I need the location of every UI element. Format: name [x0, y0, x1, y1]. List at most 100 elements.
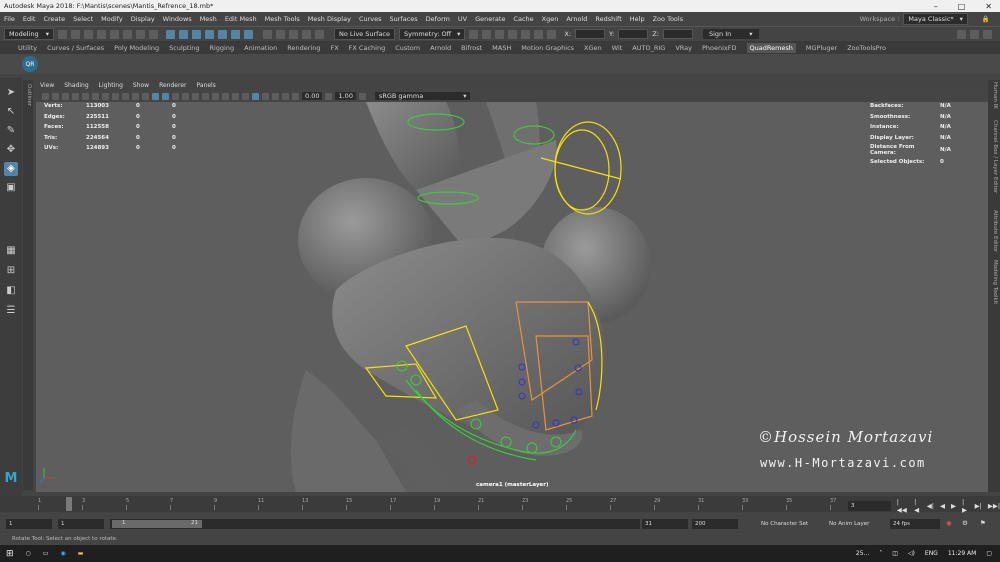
maximize-icon[interactable]: □ — [958, 2, 966, 11]
panel-menu-lighting[interactable]: Lighting — [99, 82, 123, 89]
play-backward-icon[interactable]: ◀ — [940, 502, 945, 510]
anim-prefs-icon[interactable]: ⚙ — [962, 519, 968, 527]
panel-menu-renderer[interactable]: Renderer — [159, 82, 186, 89]
menu-edit-mesh[interactable]: Edit Mesh — [225, 15, 257, 23]
anti-aliasing-icon[interactable] — [232, 92, 239, 100]
animation-end-field[interactable]: 200 — [692, 519, 738, 529]
select-object-icon[interactable] — [136, 29, 145, 39]
character-set-dropdown[interactable]: No Character Set — [758, 519, 818, 529]
lock-icon[interactable]: 🔒 — [982, 15, 990, 23]
shelf-tab-sculpting[interactable]: Sculpting — [169, 44, 199, 52]
shelf-tab-poly-modeling[interactable]: Poly Modeling — [114, 44, 159, 52]
menu-deform[interactable]: Deform — [426, 15, 450, 23]
resolution-gate-icon[interactable] — [102, 92, 109, 100]
xray-joints-icon[interactable] — [272, 92, 279, 100]
file-explorer-icon[interactable]: ▬ — [78, 550, 84, 557]
menu-mesh-tools[interactable]: Mesh Tools — [265, 15, 300, 23]
script-editor-icon[interactable]: ⚑ — [980, 519, 986, 527]
gamma-field[interactable]: 1.00 — [335, 92, 356, 100]
select-tool-icon[interactable]: ➤ — [4, 86, 18, 100]
shelf-tab-custom[interactable]: Custom — [395, 44, 420, 52]
view-transform-dropdown[interactable]: sRGB gamma ▾ — [374, 92, 471, 100]
workspace-dropdown[interactable]: Maya Classic* ▾ — [903, 13, 968, 25]
depth-of-field-icon[interactable] — [242, 92, 249, 100]
mask-icon[interactable] — [192, 29, 201, 39]
notification-icon[interactable]: ▢ — [986, 550, 992, 557]
range-handle[interactable]: 1 21 — [112, 520, 202, 528]
volume-icon[interactable]: ◁) — [908, 550, 915, 557]
menu-zoo-tools[interactable]: Zoo Tools — [653, 15, 684, 23]
menu-create[interactable]: Create — [43, 15, 65, 23]
edge-browser-icon[interactable]: ◉ — [60, 550, 65, 557]
snap-curve-icon[interactable] — [276, 29, 285, 39]
move-tool-icon[interactable]: ✥ — [4, 143, 18, 157]
camera-attributes-icon[interactable] — [52, 92, 59, 100]
camera-select-icon[interactable] — [42, 92, 49, 100]
step-forward-key-icon[interactable]: |▶ — [962, 498, 969, 514]
snap-point-icon[interactable] — [289, 29, 298, 39]
current-time-marker[interactable] — [66, 497, 72, 511]
xray-icon[interactable] — [262, 92, 269, 100]
step-forward-icon[interactable]: ▶| — [975, 502, 982, 510]
outliner-layout-icon[interactable]: ☰ — [4, 304, 18, 318]
shelf-tab-arnold[interactable]: Arnold — [430, 44, 451, 52]
redo-icon[interactable] — [110, 29, 119, 39]
menu-cache[interactable]: Cache — [513, 15, 533, 23]
snap-grid-icon[interactable] — [263, 29, 272, 39]
close-icon[interactable]: ✕ — [985, 2, 992, 11]
isolate-select-icon[interactable] — [252, 92, 259, 100]
language-indicator[interactable]: ENG — [925, 550, 938, 557]
smooth-shade-icon[interactable] — [162, 92, 169, 100]
menu-arnold[interactable]: Arnold — [566, 15, 587, 23]
textured-icon[interactable] — [182, 92, 189, 100]
new-scene-icon[interactable] — [58, 29, 67, 39]
lights-icon[interactable] — [192, 92, 199, 100]
mask-icon[interactable] — [218, 29, 227, 39]
shelf-tab-motion-graphics[interactable]: Motion Graphics — [521, 44, 574, 52]
menu-display[interactable]: Display — [131, 15, 155, 23]
task-view-icon[interactable]: ▭ — [43, 550, 49, 557]
panel-menu-shading[interactable]: Shading — [64, 82, 88, 89]
z-field[interactable] — [663, 29, 693, 39]
anim-layer-dropdown[interactable]: No Anim Layer — [826, 519, 886, 529]
play-forward-icon[interactable]: ▶ — [951, 502, 956, 510]
outliner-side-tab[interactable]: Outliner — [23, 80, 33, 490]
gamma-icon[interactable] — [325, 92, 333, 100]
backface-culling-icon[interactable] — [282, 92, 289, 100]
weather-label[interactable]: 25... — [856, 550, 869, 557]
windows-start-icon[interactable]: ⊞ — [6, 549, 14, 559]
shelf-tab-curves-surfaces[interactable]: Curves / Surfaces — [47, 44, 104, 52]
render-view-icon[interactable] — [534, 29, 544, 39]
channel-box-toggle-icon[interactable] — [970, 29, 979, 39]
menu-select[interactable]: Select — [73, 15, 93, 23]
symmetry-dropdown[interactable]: Symmetry: Off ▾ — [399, 28, 466, 40]
image-plane-icon[interactable] — [72, 92, 79, 100]
hypershade-icon[interactable] — [521, 29, 531, 39]
toggle-panel-icon[interactable] — [547, 29, 557, 39]
playback-end-field[interactable]: 31 — [642, 519, 688, 529]
network-icon[interactable]: ◫ — [892, 550, 898, 557]
mask-icon[interactable] — [179, 29, 188, 39]
lasso-tool-icon[interactable]: ↖ — [4, 105, 18, 119]
menu-generate[interactable]: Generate — [475, 15, 505, 23]
shelf-tab-mgpluger[interactable]: MGPluger — [806, 44, 837, 52]
panel-menu-show[interactable]: Show — [133, 82, 149, 89]
shelf-tab-zootoolspro[interactable]: ZooToolsPro — [847, 44, 886, 52]
shelf-tab-rendering[interactable]: Rendering — [287, 44, 320, 52]
menu-mesh[interactable]: Mesh — [200, 15, 217, 23]
single-view-icon[interactable]: ▦ — [4, 244, 18, 258]
rotate-tool-icon[interactable]: ◈ — [4, 162, 18, 176]
gate-mask-icon[interactable] — [112, 92, 119, 100]
time-slider[interactable]: 1 3 5 7 9 11 13 15 17 19 21 23 25 27 29 31 33 35 37 3 |◀◀ … — [0, 496, 1000, 514]
wireframe-icon[interactable] — [152, 92, 159, 100]
menu-edit[interactable]: Edit — [23, 15, 36, 23]
shelf-tab-bifrost[interactable]: Bifrost — [461, 44, 482, 52]
outliner-toggle-icon[interactable] — [957, 29, 966, 39]
ipr-icon[interactable] — [495, 29, 505, 39]
safe-title-icon[interactable] — [142, 92, 149, 100]
attribute-editor-toggle-icon[interactable] — [983, 29, 992, 39]
scale-tool-icon[interactable]: ▣ — [4, 181, 18, 195]
menu-curves[interactable]: Curves — [359, 15, 382, 23]
history-icon[interactable] — [469, 29, 479, 39]
menu-mesh-display[interactable]: Mesh Display — [308, 15, 351, 23]
